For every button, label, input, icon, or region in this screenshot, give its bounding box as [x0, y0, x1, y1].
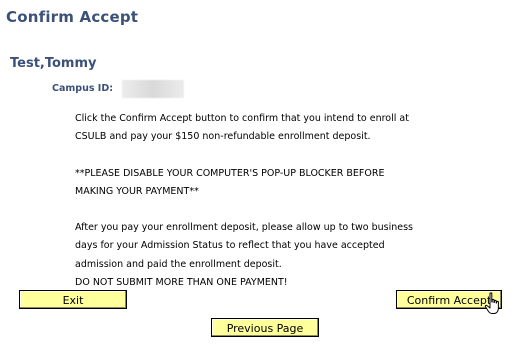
- instructions-paragraph-1: Click the Confirm Accept button to confi…: [75, 113, 409, 143]
- campus-id-label: Campus ID:: [52, 83, 114, 94]
- page-title: Confirm Accept: [6, 8, 139, 26]
- campus-id-value: [122, 80, 184, 98]
- instructions-paragraph-3: After you pay your enrollment deposit, p…: [75, 222, 413, 288]
- hand-pointer-icon: [484, 292, 499, 314]
- previous-page-button[interactable]: Previous Page: [211, 318, 319, 337]
- student-name: Test,Tommy: [10, 56, 97, 71]
- instructions-paragraph-2: **PLEASE DISABLE YOUR COMPUTER'S POP-UP …: [75, 167, 385, 197]
- exit-button[interactable]: Exit: [19, 290, 127, 309]
- instructions-message: Click the Confirm Accept button to confi…: [75, 110, 475, 292]
